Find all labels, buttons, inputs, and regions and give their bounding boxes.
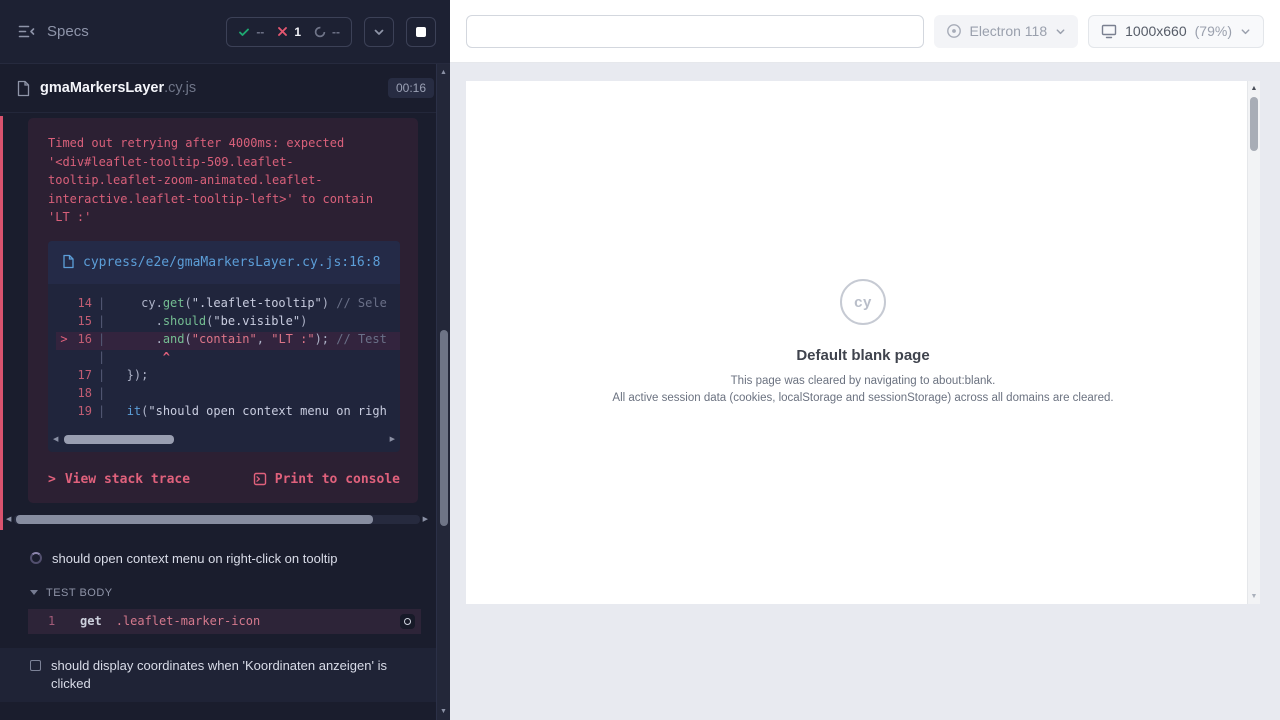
blank-page-subtitle-2: All active session data (cookies, localS… bbox=[466, 390, 1260, 406]
code-scroll-thumb[interactable] bbox=[64, 435, 174, 444]
pending-square-icon bbox=[30, 660, 41, 671]
loader-icon bbox=[404, 618, 411, 625]
viewport-icon bbox=[1101, 24, 1117, 39]
aut-vscroll-thumb[interactable] bbox=[1250, 97, 1258, 151]
scroll-up-icon[interactable]: ▲ bbox=[437, 69, 450, 76]
test-title: should open context menu on right-click … bbox=[52, 550, 337, 568]
command-name: get bbox=[80, 614, 102, 628]
viewport-button[interactable]: 1000x660 (79%) bbox=[1088, 15, 1264, 48]
spec-duration: 00:16 bbox=[388, 78, 434, 98]
console-icon bbox=[253, 472, 267, 486]
test-running-row[interactable]: should open context menu on right-click … bbox=[0, 541, 436, 577]
command-retry-badge bbox=[400, 614, 415, 629]
chevron-down-icon bbox=[373, 26, 385, 38]
aut-page: cy Default blank page This page was clea… bbox=[466, 81, 1260, 604]
reporter-scroll-thumb[interactable] bbox=[16, 515, 373, 524]
running-spinner-icon bbox=[30, 552, 42, 564]
blank-page-title: Default blank page bbox=[466, 347, 1260, 364]
app: Specs -- 1 -- bbox=[0, 0, 1280, 720]
spec-file-row[interactable]: gmaMarkersLayer.cy.js 00:16 bbox=[0, 64, 450, 113]
stop-tests-button[interactable] bbox=[406, 17, 436, 47]
aut-stage: cy Default blank page This page was clea… bbox=[450, 63, 1280, 720]
test-body-toggle[interactable]: TEST BODY bbox=[0, 577, 436, 605]
scroll-down-icon[interactable]: ▼ bbox=[437, 708, 450, 715]
browser-icon bbox=[946, 23, 962, 39]
test-title: should display coordinates when 'Koordin… bbox=[51, 657, 396, 693]
specs-list-icon[interactable] bbox=[18, 24, 35, 39]
chevron-down-icon bbox=[1055, 26, 1066, 37]
cypress-logo: cy bbox=[840, 279, 886, 325]
failed-attempt-accent bbox=[0, 116, 3, 530]
blank-page-subtitle-1: This page was cleared by navigating to a… bbox=[466, 373, 1260, 389]
command-number: 1 bbox=[48, 614, 70, 628]
spec-name: gmaMarkersLayer.cy.js bbox=[40, 79, 196, 97]
reporter-vertical-scrollbar[interactable]: ▲ ▼ bbox=[436, 64, 450, 720]
reporter-body: Timed out retrying after 4000ms: expecte… bbox=[0, 118, 436, 702]
code-horizontal-scrollbar[interactable]: ◀ ▶ bbox=[53, 432, 395, 447]
aut-vertical-scrollbar[interactable]: ▲ ▼ bbox=[1247, 81, 1260, 604]
collapse-reporter-button[interactable] bbox=[364, 17, 394, 47]
aut-pane: Electron 118 1000x660 (79%) cy Default b… bbox=[450, 0, 1280, 720]
reporter-vscroll-thumb[interactable] bbox=[440, 330, 448, 526]
print-to-console-button[interactable]: Print to console bbox=[253, 472, 400, 487]
test-pending-row[interactable]: should display coordinates when 'Koordin… bbox=[0, 648, 436, 702]
stat-failed: 1 bbox=[277, 25, 301, 39]
scroll-down-icon[interactable]: ▼ bbox=[1248, 593, 1260, 600]
chevron-down-icon bbox=[1240, 26, 1251, 37]
error-message: Timed out retrying after 4000ms: expecte… bbox=[48, 134, 400, 227]
test-body-label: TEST BODY bbox=[46, 587, 113, 599]
command-message: .leaflet-marker-icon bbox=[116, 614, 400, 628]
code-lines: 14| cy.get(".leaflet-tooltip") // Sele15… bbox=[48, 284, 400, 430]
scroll-up-icon[interactable]: ▲ bbox=[1248, 85, 1260, 92]
scroll-left-icon[interactable]: ◀ bbox=[53, 436, 58, 443]
view-stack-trace-button[interactable]: > View stack trace bbox=[48, 472, 190, 487]
command-row[interactable]: 1 get .leaflet-marker-icon bbox=[28, 609, 421, 634]
reporter-sidebar: Specs -- 1 -- bbox=[0, 0, 450, 720]
browser-select[interactable]: Electron 118 bbox=[934, 15, 1079, 48]
code-scroll-track[interactable] bbox=[61, 435, 386, 444]
code-frame: cypress/e2e/gmaMarkersLayer.cy.js:16:8 1… bbox=[48, 241, 400, 452]
url-input[interactable] bbox=[466, 15, 924, 48]
chevron-right-icon: > bbox=[48, 472, 56, 487]
pending-circle-icon bbox=[314, 26, 326, 38]
error-file-link[interactable]: cypress/e2e/gmaMarkersLayer.cy.js:16:8 bbox=[48, 241, 400, 284]
aut-header: Electron 118 1000x660 (79%) bbox=[450, 0, 1280, 63]
test-stats: -- 1 -- bbox=[226, 17, 352, 47]
cross-icon bbox=[277, 26, 288, 37]
specs-label: Specs bbox=[47, 23, 89, 40]
reporter-horizontal-scrollbar[interactable]: ◀ ▶ bbox=[6, 513, 428, 527]
spec-file-icon bbox=[16, 80, 31, 97]
scroll-right-icon[interactable]: ▶ bbox=[423, 516, 428, 523]
stop-icon bbox=[416, 27, 426, 37]
reporter-scroll-track[interactable] bbox=[14, 515, 419, 524]
stat-pending: -- bbox=[314, 25, 340, 39]
scroll-left-icon[interactable]: ◀ bbox=[6, 516, 11, 523]
reporter-header: Specs -- 1 -- bbox=[0, 0, 450, 64]
chevron-down-icon bbox=[30, 590, 38, 595]
check-icon bbox=[238, 26, 250, 38]
scroll-right-icon[interactable]: ▶ bbox=[390, 436, 395, 443]
error-panel: Timed out retrying after 4000ms: expecte… bbox=[28, 118, 418, 503]
stat-passed: -- bbox=[238, 25, 264, 39]
